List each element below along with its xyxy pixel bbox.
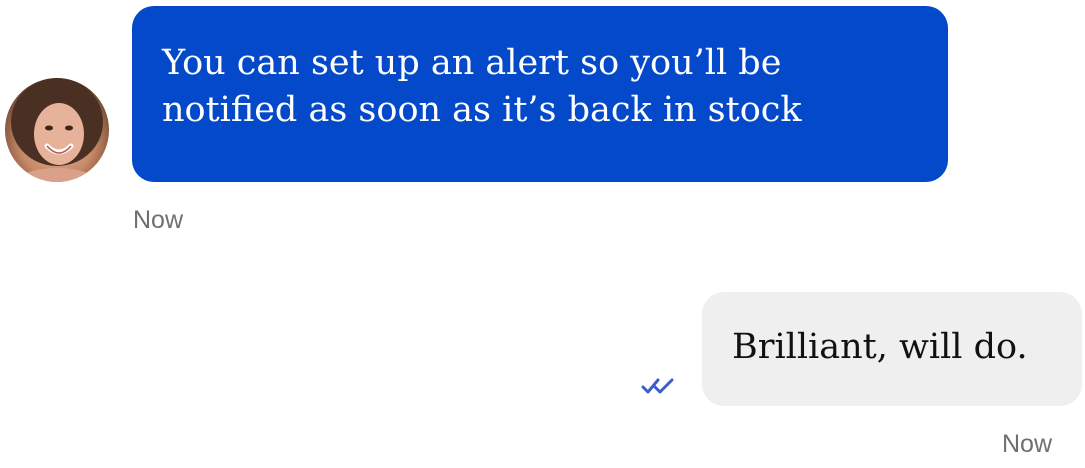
incoming-message-timestamp: Now <box>133 206 184 234</box>
incoming-message-bubble: You can set up an alert so you’ll be not… <box>132 6 948 182</box>
outgoing-message-timestamp: Now <box>1002 430 1053 458</box>
incoming-message-text: You can set up an alert so you’ll be not… <box>162 43 802 130</box>
outgoing-message-bubble: Brilliant, will do. <box>702 292 1082 406</box>
agent-avatar <box>5 78 109 182</box>
outgoing-message-text: Brilliant, will do. <box>732 327 1028 367</box>
double-check-icon <box>641 378 674 394</box>
